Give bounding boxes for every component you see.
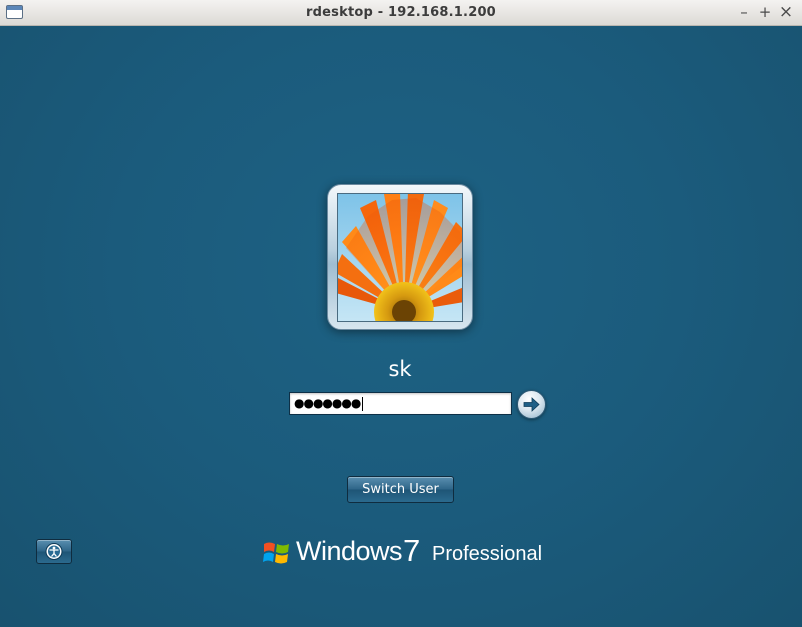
window-title: rdesktop - 192.168.1.200 — [306, 5, 496, 20]
minimize-button[interactable]: – — [735, 3, 753, 21]
windows-flag-icon — [263, 542, 289, 564]
username-label: sk — [388, 357, 412, 381]
ease-of-access-icon — [45, 543, 63, 560]
submit-login-button[interactable] — [517, 390, 546, 419]
ease-of-access-button[interactable] — [36, 539, 72, 564]
brand-product: Windows — [296, 536, 403, 566]
arrow-right-icon — [523, 397, 540, 412]
switch-user-button[interactable]: Switch User — [347, 476, 454, 503]
flower-avatar — [337, 193, 463, 322]
brand-edition: Professional — [432, 543, 543, 565]
maximize-button[interactable]: + — [756, 3, 774, 21]
close-button[interactable]: × — [777, 3, 795, 21]
window-titlebar[interactable]: rdesktop - 192.168.1.200 – + × — [0, 0, 802, 26]
text-caret — [362, 396, 364, 411]
windows-branding: Windows 7 Professional — [262, 533, 552, 575]
password-input[interactable]: ●●●●●●● — [289, 392, 512, 415]
password-value: ●●●●●●● — [294, 396, 361, 410]
brand-version: 7 — [403, 533, 421, 568]
